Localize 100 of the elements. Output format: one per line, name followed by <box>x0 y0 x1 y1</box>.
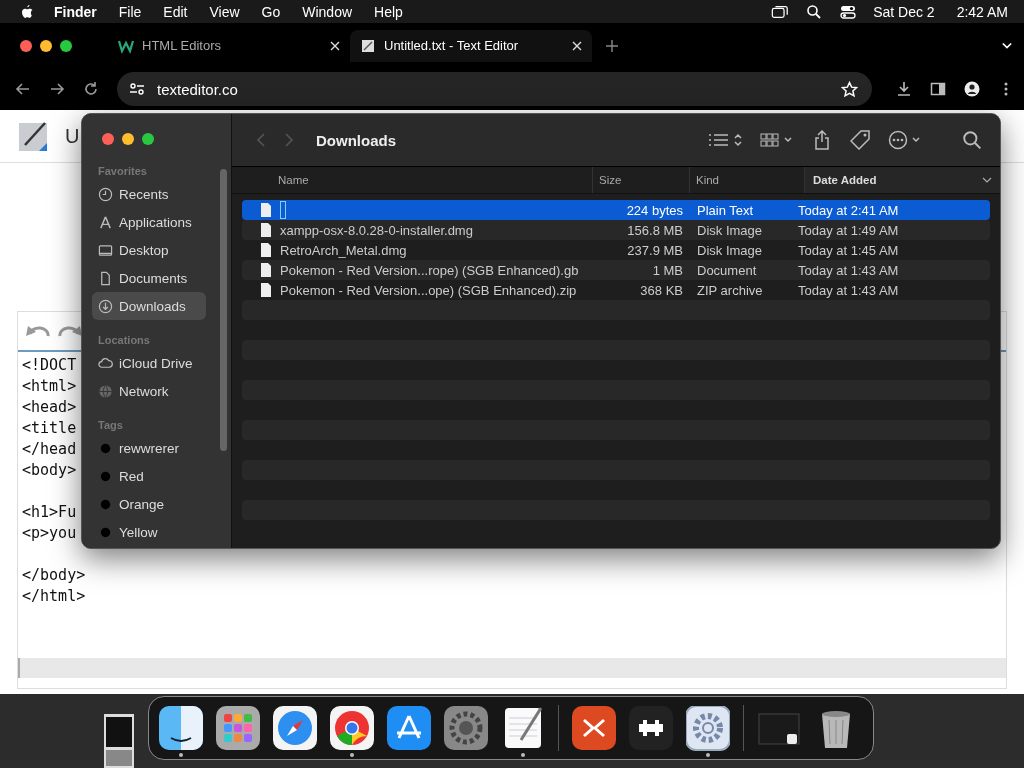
file-row[interactable]: RetroArch_Metal.dmg 237.9 MB Disk Image Today at 1:45 AM <box>242 240 990 260</box>
sidebar-item[interactable]: Recents <box>92 180 206 208</box>
code-line: </head <box>22 439 77 460</box>
more-icon[interactable] <box>888 130 922 150</box>
zoom-button[interactable] <box>60 39 72 52</box>
new-tab-icon[interactable] <box>606 39 618 52</box>
file-kind: Disk Image <box>696 242 764 258</box>
tag-icon[interactable] <box>850 130 870 150</box>
grid-view-icon[interactable] <box>760 130 794 150</box>
close-button[interactable] <box>20 39 32 52</box>
download-icon[interactable] <box>896 81 912 97</box>
file-name: xampp-osx-8.0.28-0-installer.dmg <box>280 222 473 238</box>
file-name: Pokemon - Red Version...ope) (SGB Enhanced).zip <box>280 282 577 298</box>
browser-tab[interactable]: Untitled.txt - Text Editor <box>350 29 592 62</box>
file-row[interactable]: 224 bytes Plain Text Today at 2:41 AM <box>242 200 990 220</box>
share-icon[interactable] <box>812 130 832 150</box>
browser-tab[interactable]: HTML Editors <box>108 29 350 62</box>
file-size: 156.8 MB <box>626 222 683 238</box>
sidebar-item[interactable]: Applications <box>92 208 206 236</box>
star-icon[interactable] <box>841 80 858 98</box>
file-date: Today at 1:43 AM <box>798 262 899 278</box>
menu-date[interactable]: Sat Dec 2 <box>873 3 935 20</box>
menu-item[interactable]: Window <box>302 3 353 20</box>
side-panel-icon[interactable] <box>930 81 946 97</box>
profile-icon[interactable] <box>964 81 980 97</box>
sidebar-heading: Tags <box>97 418 124 433</box>
file-row[interactable]: Pokemon - Red Version...rope) (SGB Enhanced).gb 1 MB Document Today at 1:43 AM <box>242 260 990 280</box>
close-icon[interactable] <box>572 40 582 51</box>
file-date: Today at 1:43 AM <box>798 282 899 298</box>
rename-field[interactable] <box>280 201 286 219</box>
file-icon <box>260 283 272 297</box>
menu-item[interactable]: View <box>209 3 240 20</box>
sidebar-item[interactable]: iCloud Drive <box>92 349 206 377</box>
menu-item[interactable]: File <box>118 3 142 20</box>
file-date: Today at 1:49 AM <box>798 222 899 238</box>
menu-item[interactable]: Edit <box>163 3 188 20</box>
two-tone-square-icon[interactable] <box>159 706 203 757</box>
file-kind: Document <box>696 262 758 278</box>
file-kind: ZIP archive <box>696 282 764 298</box>
minimize-button[interactable] <box>40 39 52 52</box>
minimize-button[interactable] <box>122 133 134 145</box>
sidebar-item[interactable]: Orange <box>92 490 206 518</box>
document-icon <box>98 270 113 286</box>
address-bar[interactable]: texteditor.co <box>117 72 872 106</box>
file-kind: Disk Image <box>696 222 764 238</box>
close-button[interactable] <box>102 133 114 145</box>
document-title: U <box>65 124 80 148</box>
file-icon <box>260 243 272 257</box>
close-icon[interactable] <box>330 40 340 51</box>
zoom-button[interactable] <box>142 133 154 145</box>
monitor-icon <box>98 242 113 258</box>
window-title: Downloads <box>316 131 396 149</box>
column-header[interactable]: Date Added <box>805 167 1000 193</box>
file-row[interactable]: Pokemon - Red Version...ope) (SGB Enhanced).zip 368 KB ZIP archive Today at 1:43 AM <box>242 280 990 300</box>
phone-window-icon[interactable] <box>104 714 134 768</box>
chevron-down-icon[interactable] <box>1002 41 1012 50</box>
menu-time[interactable]: 2:42 AM <box>956 3 1008 20</box>
sidebar-item[interactable]: Downloads <box>92 292 206 320</box>
file-date: Today at 1:45 AM <box>798 242 899 258</box>
sidebar-heading: Locations <box>97 333 151 348</box>
file-size: 224 bytes <box>625 202 683 218</box>
file-kind: Plain Text <box>696 202 755 218</box>
search-icon[interactable] <box>962 130 982 150</box>
file-name: Pokemon - Red Version...rope) (SGB Enhanced).gb <box>280 262 579 278</box>
code-line: <html> <box>22 376 77 397</box>
column-header[interactable]: Size <box>593 167 690 193</box>
gear-icon[interactable] <box>686 706 730 757</box>
redo-icon[interactable] <box>58 324 82 338</box>
column-header[interactable]: Name <box>232 167 593 193</box>
menu-item[interactable]: Go <box>261 3 281 20</box>
menu-app-name[interactable]: Finder <box>54 3 97 20</box>
toggles-icon[interactable] <box>839 3 858 20</box>
file-name: RetroArch_Metal.dmg <box>280 242 407 258</box>
sidebar-heading: Favorites <box>97 164 148 179</box>
code-line: <body> <box>22 460 77 481</box>
scrollbar[interactable] <box>220 169 227 451</box>
cloud-icon <box>98 355 113 371</box>
undo-icon[interactable] <box>26 324 50 338</box>
file-row[interactable]: xampp-osx-8.0.28-0-installer.dmg 156.8 MB Disk Image Today at 1:49 AM <box>242 220 990 240</box>
back-icon[interactable] <box>15 81 31 97</box>
apple-icon[interactable] <box>20 3 34 20</box>
code-line: <head> <box>22 397 77 418</box>
code-line: <title <box>22 418 77 439</box>
file-size: 237.9 MB <box>626 242 683 258</box>
sidebar-item[interactable]: Network <box>92 377 206 405</box>
sidebar-item[interactable]: rewwrerer <box>92 434 206 462</box>
file-icon <box>260 263 272 277</box>
ring-circle-icon[interactable] <box>330 706 374 757</box>
reload-icon[interactable] <box>83 81 99 97</box>
clock-icon <box>98 186 113 202</box>
sidebar-item[interactable]: Yellow <box>92 518 206 546</box>
pencil-page-icon <box>360 37 376 54</box>
sliders-icon[interactable] <box>129 81 145 97</box>
sidebar-item[interactable]: Desktop <box>92 236 206 264</box>
menu-item[interactable]: Help <box>374 3 403 20</box>
file-icon <box>260 223 272 237</box>
sidebar-item[interactable]: Documents <box>92 264 206 292</box>
windows-icon[interactable] <box>771 3 790 20</box>
forward-icon[interactable] <box>49 81 65 97</box>
sidebar-item[interactable]: Red <box>92 462 206 490</box>
